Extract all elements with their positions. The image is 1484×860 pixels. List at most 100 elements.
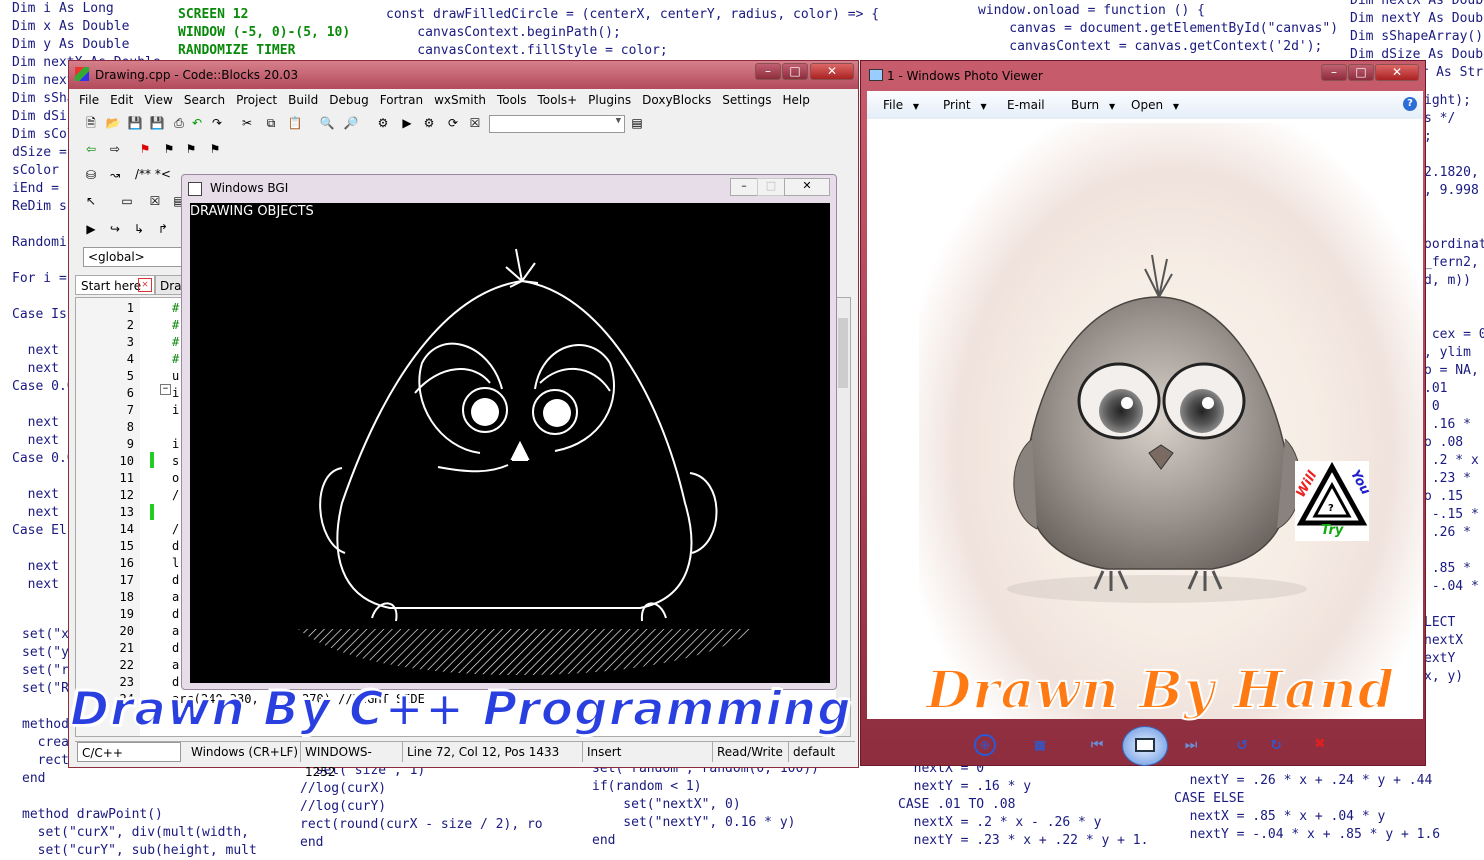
menu-item-view[interactable]: View	[144, 93, 172, 107]
step-out-icon[interactable]: ↱	[155, 221, 171, 237]
fold-marker[interactable]: −	[160, 384, 171, 395]
close-button[interactable]: ✕	[810, 63, 854, 80]
replace-icon[interactable]: 🔎	[343, 115, 359, 131]
next-icon[interactable]: ⏭	[1180, 736, 1202, 754]
code-line: //log(curY)	[300, 799, 387, 814]
code-line: -.15 *	[1424, 507, 1479, 522]
menu-item-wxsmith[interactable]: wxSmith	[434, 93, 486, 107]
step-icon[interactable]: ↝	[107, 167, 123, 183]
menu-burn[interactable]: Burn ▼	[1071, 98, 1115, 112]
next-bookmark-icon[interactable]: ⚑	[183, 141, 199, 157]
forward-arrow-icon[interactable]: ⇨	[107, 141, 123, 157]
undo-icon[interactable]: ↶	[189, 115, 205, 131]
prev-bookmark-icon[interactable]: ⚑	[161, 141, 177, 157]
cut-icon[interactable]: ✂	[239, 115, 255, 131]
menu-item-help[interactable]: Help	[782, 93, 809, 107]
save-icon[interactable]: 💾	[127, 115, 143, 131]
rectangle-tool-icon[interactable]: ▭	[119, 193, 135, 209]
code-line: i	[172, 403, 180, 417]
photo-display-area[interactable]: ? Will You Try	[867, 119, 1423, 719]
fit-to-window-icon[interactable]: ▦	[1030, 736, 1050, 754]
bookmark-flag-icon[interactable]: ⚑	[137, 141, 153, 157]
menu-file[interactable]: File ▼	[883, 98, 919, 112]
bgi-canvas[interactable]: DRAWING OBJECTS	[190, 203, 830, 683]
maximize-button[interactable]: □	[1348, 64, 1374, 81]
checkbox-tool-icon[interactable]: ☒	[147, 193, 163, 209]
menu-item-debug[interactable]: Debug	[329, 93, 368, 107]
run-icon[interactable]: ▶	[399, 115, 415, 131]
menu-item-project[interactable]: Project	[236, 93, 277, 107]
code-line: -.04 *	[1424, 579, 1479, 594]
previous-icon[interactable]: ⏮	[1086, 736, 1108, 754]
paste-icon[interactable]: 📋	[287, 115, 303, 131]
build-log-icon[interactable]: ▤	[629, 115, 645, 131]
photo-viewer-titlebar[interactable]: 1 - Windows Photo Viewer – □ ✕	[861, 61, 1425, 89]
close-button[interactable]: ✕	[1375, 64, 1419, 81]
menu-item-fortran[interactable]: Fortran	[380, 93, 423, 107]
toolbar-row-2: ⇦ ⇨ ⚑ ⚑ ⚑ ⚑	[73, 139, 233, 161]
menu-item-tools-[interactable]: Tools+	[538, 93, 578, 107]
menu-item-file[interactable]: File	[79, 93, 99, 107]
build-run-icon[interactable]: ⚙	[421, 115, 437, 131]
minimize-button[interactable]: –	[755, 63, 781, 80]
menu-item-edit[interactable]: Edit	[110, 93, 133, 107]
select-pointer-icon[interactable]: ↖	[83, 193, 99, 209]
next-line-icon[interactable]: ↪	[107, 221, 123, 237]
rebuild-icon[interactable]: ⟳	[445, 115, 461, 131]
maximize-button[interactable]: □	[782, 63, 808, 80]
tab-start-here[interactable]: Start here ✕	[75, 275, 155, 295]
save-all-icon[interactable]: 💾	[149, 115, 165, 131]
build-settings-icon[interactable]: ⚙	[375, 115, 391, 131]
scrollbar-thumb[interactable]	[838, 318, 848, 388]
bgi-titlebar[interactable]: Windows BGI – □ ✕	[182, 175, 836, 201]
code-line: canvasContext.beginPath();	[386, 25, 621, 40]
menu-print[interactable]: Print ▼	[943, 98, 987, 112]
print-icon[interactable]: ⎙	[171, 115, 187, 131]
menu-item-search[interactable]: Search	[184, 93, 225, 107]
menu-email-label: E-mail	[1007, 98, 1045, 112]
menu-email[interactable]: E-mail	[1007, 98, 1045, 112]
menu-item-settings[interactable]: Settings	[722, 93, 771, 107]
open-folder-icon[interactable]: 📂	[105, 115, 121, 131]
help-icon[interactable]: ?	[1403, 97, 1417, 111]
zoom-icon[interactable]: ⊕	[974, 734, 996, 756]
rotate-left-icon[interactable]: ↺	[1232, 734, 1252, 754]
minimize-button[interactable]: –	[1321, 64, 1347, 81]
code-line: WINDOW (-5, 0)-(5, 10)	[178, 25, 351, 40]
codeblocks-titlebar[interactable]: Drawing.cpp - Code::Blocks 20.03 – □ ✕	[69, 61, 858, 89]
minimize-button[interactable]: –	[730, 178, 758, 196]
menu-item-doxyblocks[interactable]: DoxyBlocks	[642, 93, 711, 107]
delete-icon[interactable]: ✖	[1310, 734, 1330, 754]
code-line: ight);	[1424, 93, 1471, 108]
scope-select[interactable]: <global>	[83, 247, 183, 267]
maximize-button[interactable]: □	[757, 178, 785, 196]
code-line: /	[172, 522, 180, 536]
find-icon[interactable]: 🔍	[319, 115, 335, 131]
menu-item-plugins[interactable]: Plugins	[588, 93, 631, 107]
slideshow-button[interactable]	[1122, 726, 1168, 766]
menu-item-tools[interactable]: Tools	[497, 93, 527, 107]
abort-icon[interactable]: ☒	[467, 115, 483, 131]
step-into-icon[interactable]: ↳	[131, 221, 147, 237]
redo-icon[interactable]: ↷	[209, 115, 225, 131]
close-icon[interactable]: ✕	[138, 278, 152, 292]
new-file-icon[interactable]: 🗎	[83, 115, 99, 131]
copy-icon[interactable]: ⧉	[263, 115, 279, 131]
debug-icon[interactable]: ⛁	[83, 167, 99, 183]
code-line: o .08	[1424, 435, 1464, 450]
code-line: Dim i As Long	[12, 1, 114, 16]
chevron-down-icon: ▼	[1109, 102, 1116, 111]
menu-open[interactable]: Open ▼	[1131, 98, 1179, 112]
editor-vertical-scrollbar[interactable]	[836, 298, 850, 736]
run-to-cursor-icon[interactable]: ▶	[83, 221, 99, 237]
close-button[interactable]: ✕	[784, 178, 830, 196]
menu-item-build[interactable]: Build	[288, 93, 318, 107]
back-arrow-icon[interactable]: ⇦	[83, 141, 99, 157]
code-line: d	[172, 641, 180, 655]
rotate-right-icon[interactable]: ↻	[1266, 734, 1286, 754]
code-line: RANDOMIZE TIMER	[178, 43, 296, 58]
clear-bookmarks-icon[interactable]: ⚑	[207, 141, 223, 157]
build-target-select[interactable]: ▼	[489, 115, 625, 133]
doc-comment-button[interactable]: /** *<	[135, 167, 171, 181]
